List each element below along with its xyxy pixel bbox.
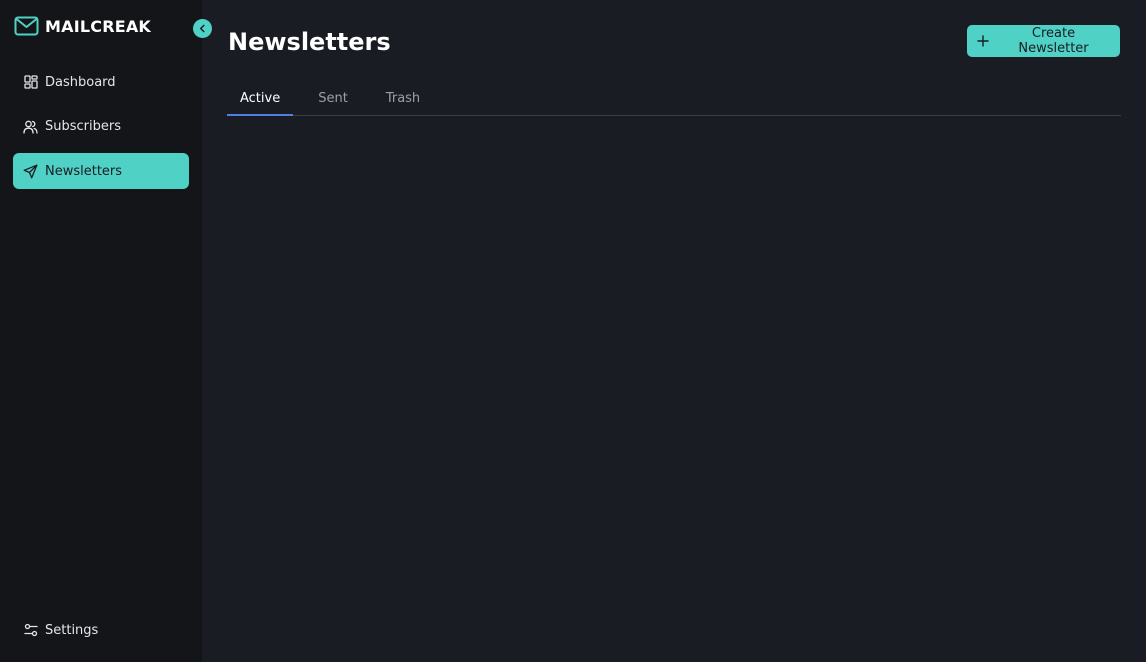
create-newsletter-label: Create Newsletter xyxy=(1018,26,1089,56)
sidebar-item-dashboard[interactable]: Dashboard xyxy=(13,64,189,100)
app-window: MAILCREAK Dashboard Subscribers Newslett… xyxy=(0,0,1146,662)
sidebar: MAILCREAK Dashboard Subscribers Newslett… xyxy=(0,0,212,662)
sidebar-item-newsletters[interactable]: Newsletters xyxy=(13,153,189,189)
mail-icon xyxy=(13,15,39,37)
main-content: Newsletters Create Newsletter Active Sen… xyxy=(202,0,1146,662)
settings-section: Settings xyxy=(13,612,189,657)
send-icon xyxy=(23,164,38,179)
sliders-icon xyxy=(23,623,38,638)
dashboard-icon xyxy=(23,75,38,90)
newsletter-tabs: Active Sent Trash xyxy=(227,82,1121,116)
users-icon xyxy=(23,119,38,134)
sidebar-item-settings[interactable]: Settings xyxy=(13,612,189,648)
tab-active[interactable]: Active xyxy=(227,82,294,116)
tab-trash[interactable]: Trash xyxy=(373,82,433,115)
plus-icon xyxy=(977,35,989,47)
brand-name: MAILCREAK xyxy=(45,16,152,36)
chevron-left-icon xyxy=(198,24,207,33)
sidebar-nav: Dashboard Subscribers Newsletters xyxy=(13,64,189,198)
sidebar-item-subscribers[interactable]: Subscribers xyxy=(13,109,189,145)
sidebar-item-label: Subscribers xyxy=(45,119,121,134)
create-newsletter-button[interactable]: Create Newsletter xyxy=(967,25,1120,57)
sidebar-collapse-button[interactable] xyxy=(193,19,212,38)
sidebar-item-label: Newsletters xyxy=(45,163,123,179)
sidebar-item-label: Dashboard xyxy=(45,74,116,90)
brand[interactable]: MAILCREAK xyxy=(13,14,151,38)
page-title: Newsletters xyxy=(228,28,391,56)
sidebar-item-label: Settings xyxy=(45,622,99,638)
tab-sent[interactable]: Sent xyxy=(305,82,361,115)
